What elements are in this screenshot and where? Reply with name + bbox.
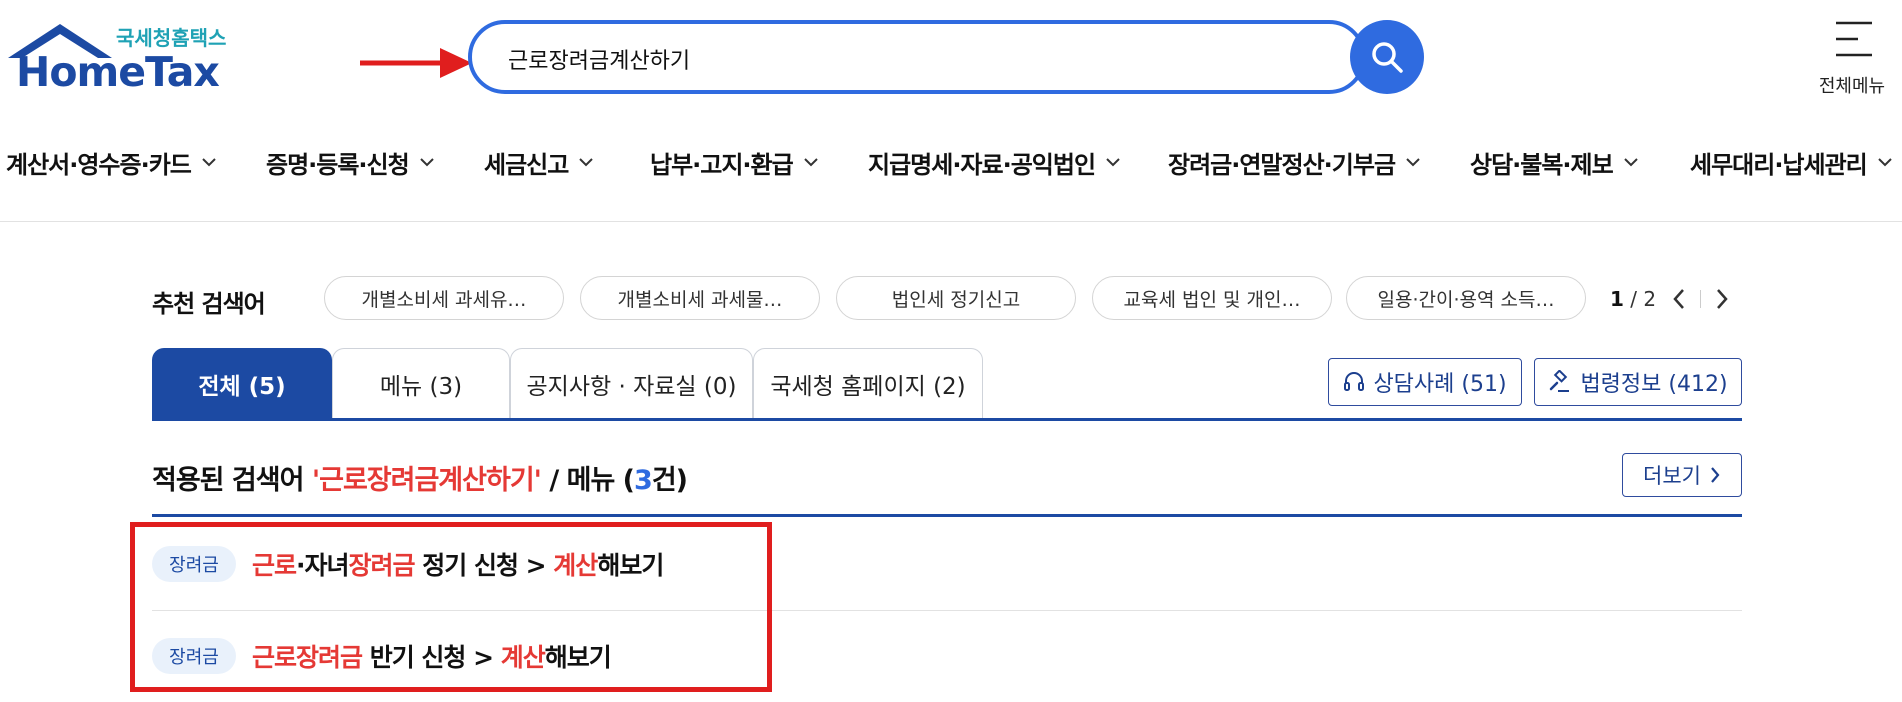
- chevron-down-icon: [420, 158, 434, 167]
- chevron-right-icon: [1711, 467, 1720, 483]
- law-info-button[interactable]: 법령정보 (412): [1534, 358, 1742, 406]
- consult-cases-button[interactable]: 상담사례 (51): [1328, 358, 1522, 406]
- recommended-chip[interactable]: 교육세 법인 및 개인…: [1092, 276, 1332, 320]
- nav-item-incentive[interactable]: 장려금·연말정산·기부금: [1168, 142, 1421, 182]
- all-menu-label: 전체메뉴: [1818, 76, 1886, 97]
- main-nav: 계산서·영수증·카드 증명·등록·신청 세금신고 납부·고지·환급 지급명세·자…: [0, 142, 1902, 182]
- nav-item-payment[interactable]: 납부·고지·환급: [650, 142, 819, 182]
- recommended-chip[interactable]: 일용·간이·용역 소득…: [1346, 276, 1586, 320]
- row-divider: [152, 610, 1742, 611]
- page-current: 1: [1610, 287, 1624, 311]
- pager-divider: [1700, 290, 1702, 308]
- nav-item-label: 계산서·영수증·카드: [6, 150, 192, 179]
- more-label: 더보기: [1643, 464, 1701, 488]
- law-info-label: 법령정보 (412): [1580, 372, 1728, 397]
- next-page-button[interactable]: [1715, 288, 1729, 310]
- category-badge: 장려금: [152, 638, 236, 674]
- title-part: ·자녀: [296, 551, 349, 580]
- result-title[interactable]: 근로장려금 반기 신청 > 계산해보기: [252, 638, 612, 674]
- heading-middle: / 메뉴 (: [540, 465, 635, 496]
- nav-item-label: 상담·불복·제보: [1470, 150, 1614, 179]
- nav-item-label: 세금신고: [484, 150, 569, 179]
- hamburger-icon: [1836, 21, 1872, 57]
- page-separator: /: [1623, 287, 1644, 311]
- headset-icon: [1344, 372, 1365, 391]
- prev-page-button[interactable]: [1672, 288, 1686, 310]
- nav-item-payment-statement[interactable]: 지급명세·자료·공익법인: [868, 142, 1121, 182]
- chevron-down-icon: [1624, 158, 1638, 167]
- nav-item-label: 증명·등록·신청: [266, 150, 410, 179]
- chevron-down-icon: [579, 158, 594, 167]
- header: 국세청홈택스 HomeTax 전체메뉴: [0, 0, 1902, 112]
- chevron-down-icon: [1878, 158, 1892, 167]
- red-arrow-annotation: [360, 48, 472, 78]
- chevron-right-icon: [1717, 289, 1728, 309]
- recommended-chip[interactable]: 법인세 정기신고: [836, 276, 1076, 320]
- nav-divider: [0, 221, 1902, 222]
- title-part: 장려금: [348, 551, 416, 580]
- result-underline: [152, 514, 1742, 517]
- gavel-icon: [1550, 370, 1570, 392]
- chevron-down-icon: [1406, 158, 1420, 167]
- search-button[interactable]: [1350, 20, 1424, 94]
- heading-count: 3: [634, 465, 653, 496]
- tab-menu[interactable]: 메뉴 (3): [332, 348, 510, 418]
- search-box[interactable]: [468, 20, 1366, 94]
- tab-underline: [152, 418, 1742, 421]
- title-part: 정기 신청 >: [414, 551, 554, 580]
- logo-korean-text: 국세청홈택스: [116, 26, 227, 50]
- title-part: 해보기: [544, 643, 612, 672]
- recommended-chip[interactable]: 개별소비세 과세유…: [324, 276, 564, 320]
- search-input[interactable]: [508, 44, 1308, 74]
- recommended-title: 추천 검색어: [152, 290, 266, 318]
- tab-notice[interactable]: 공지사항 · 자료실 (0): [510, 348, 753, 418]
- title-part: 계산: [500, 643, 546, 672]
- nav-item-invoice[interactable]: 계산서·영수증·카드: [6, 142, 217, 182]
- hometax-logo[interactable]: 국세청홈택스 HomeTax: [4, 20, 234, 100]
- result-item[interactable]: 장려금 근로·자녀장려금 정기 신청 > 계산해보기: [152, 520, 1742, 608]
- heading-suffix: 건): [651, 465, 688, 496]
- result-heading: 적용된 검색어 '근로장려금계산하기' / 메뉴 (3건): [152, 458, 688, 497]
- tab-all[interactable]: 전체 (5): [152, 348, 332, 418]
- nav-item-consult[interactable]: 상담·불복·제보: [1470, 142, 1639, 182]
- nav-item-label: 지급명세·자료·공익법인: [868, 150, 1096, 179]
- page-total: 2: [1643, 287, 1657, 311]
- recommended-chip[interactable]: 개별소비세 과세물…: [580, 276, 820, 320]
- nav-item-label: 장려금·연말정산·기부금: [1168, 150, 1396, 179]
- chevron-down-icon: [202, 158, 216, 167]
- chevron-down-icon: [1106, 158, 1120, 167]
- result-title[interactable]: 근로·자녀장려금 정기 신청 > 계산해보기: [252, 546, 664, 582]
- heading-keyword: '근로장려금계산하기': [311, 465, 542, 496]
- search-icon: [1372, 42, 1403, 73]
- title-part: 해보기: [597, 551, 664, 580]
- chevron-left-icon: [1673, 289, 1685, 309]
- recommended-keywords: 추천 검색어 개별소비세 과세유… 개별소비세 과세물… 법인세 정기신고 교육…: [152, 276, 1742, 320]
- tab-nts-homepage[interactable]: 국세청 홈페이지 (2): [753, 348, 983, 418]
- title-part: 계산: [553, 551, 598, 580]
- heading-prefix: 적용된 검색어: [152, 465, 312, 496]
- result-item[interactable]: 장려금 근로장려금 반기 신청 > 계산해보기: [152, 612, 1742, 700]
- title-part: 근로장려금: [252, 643, 363, 672]
- consult-cases-label: 상담사례 (51): [1373, 372, 1507, 397]
- nav-item-tax-agent[interactable]: 세무대리·납세관리: [1690, 142, 1893, 182]
- recommended-pager: 1 / 2: [1610, 284, 1729, 314]
- title-part: 반기 신청 >: [362, 643, 501, 672]
- category-badge: 장려금: [152, 546, 236, 582]
- nav-item-certificate[interactable]: 증명·등록·신청: [266, 142, 435, 182]
- chevron-down-icon: [804, 158, 818, 167]
- nav-item-label: 세무대리·납세관리: [1690, 150, 1868, 179]
- nav-item-tax-report[interactable]: 세금신고: [484, 142, 594, 182]
- title-part: 근로: [252, 551, 297, 580]
- logo-english-text: HomeTax: [16, 48, 220, 96]
- nav-item-label: 납부·고지·환급: [650, 150, 794, 179]
- all-menu-button[interactable]: 전체메뉴: [1812, 20, 1892, 100]
- more-button[interactable]: 더보기: [1622, 453, 1742, 497]
